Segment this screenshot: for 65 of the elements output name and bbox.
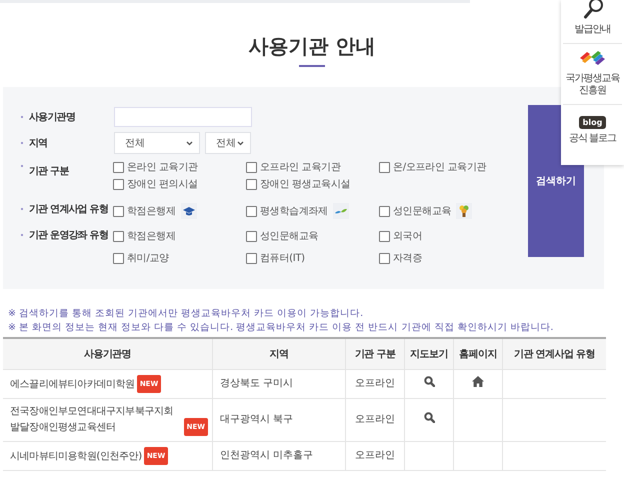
checkbox[interactable] bbox=[379, 230, 390, 242]
checkbox[interactable] bbox=[246, 162, 257, 172]
checkbox-label[interactable]: 오프라인 교육기관 bbox=[260, 160, 340, 174]
checkbox[interactable] bbox=[113, 230, 124, 242]
side-link[interactable]: 국가평생교육 진흥원 bbox=[566, 73, 620, 97]
field-label: 기관 운영강좌 유형 bbox=[21, 228, 113, 242]
leaf-icon bbox=[332, 203, 349, 219]
checkbox-label[interactable]: 온/오프라인 교육기관 bbox=[393, 160, 486, 174]
checkbox-label[interactable]: 컴퓨터(IT) bbox=[260, 251, 305, 265]
table-cell: 대구광역시 북구 bbox=[220, 414, 294, 425]
checkbox-label[interactable]: 성인문해교육 bbox=[260, 229, 318, 243]
checkbox[interactable] bbox=[113, 252, 124, 264]
region-select[interactable]: 전체 bbox=[114, 132, 200, 154]
blog-icon[interactable]: blog bbox=[578, 116, 606, 129]
page-title: 사용기관 안내 bbox=[248, 33, 376, 59]
institution-name: 에스끌리에뷰티아카데미학원 bbox=[10, 378, 135, 392]
checkbox-label[interactable]: 자격증 bbox=[393, 251, 422, 265]
notice-text: ※ 검색하기를 통해 조회된 기관에서만 평생교육바우처 카드 이용이 가능합니다. bbox=[8, 307, 364, 321]
checkbox[interactable] bbox=[246, 230, 257, 242]
checkbox[interactable] bbox=[379, 162, 390, 172]
checkbox[interactable] bbox=[246, 206, 257, 216]
table-cell: 오프라인 bbox=[355, 378, 395, 389]
notice-text: ※ 본 화면의 정보는 현재 정보와 다를 수 있습니다. 평생교육바우처 카드 이용 전 반드시 기관에 직접 확인하시기 바랍니다. bbox=[8, 321, 554, 335]
field-label: 기관 연계사업 유형 bbox=[21, 202, 113, 216]
search-icon[interactable] bbox=[424, 376, 434, 386]
checkbox-label[interactable]: 장애인 평생교육시설 bbox=[260, 177, 350, 191]
checkbox-label[interactable]: 학점은행제 bbox=[127, 204, 176, 218]
checkbox-label[interactable]: 외국어 bbox=[393, 229, 422, 243]
table-cell: 인천광역시 미추홀구 bbox=[220, 450, 314, 461]
checkbox-label[interactable]: 성인문해교육 bbox=[393, 204, 452, 218]
search-icon[interactable] bbox=[424, 412, 434, 422]
graduation-cap-icon bbox=[180, 203, 197, 219]
region-select[interactable]: 전체 bbox=[205, 132, 251, 154]
column-header: 홈페이지 bbox=[454, 338, 502, 370]
caret-icon bbox=[186, 140, 193, 146]
checkbox-label[interactable]: 평생학습계좌제 bbox=[260, 204, 328, 218]
checkbox-label[interactable]: 온라인 교육기관 bbox=[127, 160, 198, 174]
column-header: 지역 bbox=[212, 338, 346, 370]
checkbox[interactable] bbox=[246, 252, 257, 264]
table-cell: 경상북도 구미시 bbox=[220, 378, 294, 389]
checkbox[interactable] bbox=[113, 178, 124, 190]
column-header: 지도보기 bbox=[404, 338, 454, 370]
checkbox[interactable] bbox=[113, 162, 124, 172]
field-label: 기관 구분 bbox=[21, 159, 113, 178]
caret-icon bbox=[237, 140, 244, 146]
checkbox[interactable] bbox=[379, 206, 390, 216]
column-header: 기관 연계사업 유형 bbox=[502, 338, 606, 370]
institution-name: 전국장애인부모연대대구지부북구지회발달장애인평생교육센터 bbox=[10, 405, 174, 435]
column-header: 기관 구분 bbox=[346, 338, 404, 370]
table-cell: 오프라인 bbox=[355, 450, 395, 461]
table-cell: 오프라인 bbox=[355, 414, 395, 425]
checkbox-label[interactable]: 학점은행제 bbox=[127, 229, 176, 243]
checkbox[interactable] bbox=[113, 206, 124, 216]
checkbox[interactable] bbox=[246, 178, 257, 190]
checkbox-label[interactable]: 취미/교양 bbox=[127, 251, 169, 265]
checkbox-label[interactable]: 장애인 편의시설 bbox=[127, 177, 198, 191]
home-icon[interactable] bbox=[472, 376, 484, 386]
tree-icon bbox=[456, 203, 472, 219]
institution-name: 시네마뷰티미용학원(인천주안) bbox=[10, 450, 142, 464]
input-field[interactable] bbox=[114, 107, 252, 127]
checkbox[interactable] bbox=[379, 252, 390, 264]
field-label: 사용기관명 bbox=[21, 110, 113, 124]
field-label: 지역 bbox=[21, 136, 113, 150]
column-header: 사용기관명 bbox=[3, 338, 212, 370]
side-link[interactable]: 발급안내 bbox=[574, 24, 610, 36]
